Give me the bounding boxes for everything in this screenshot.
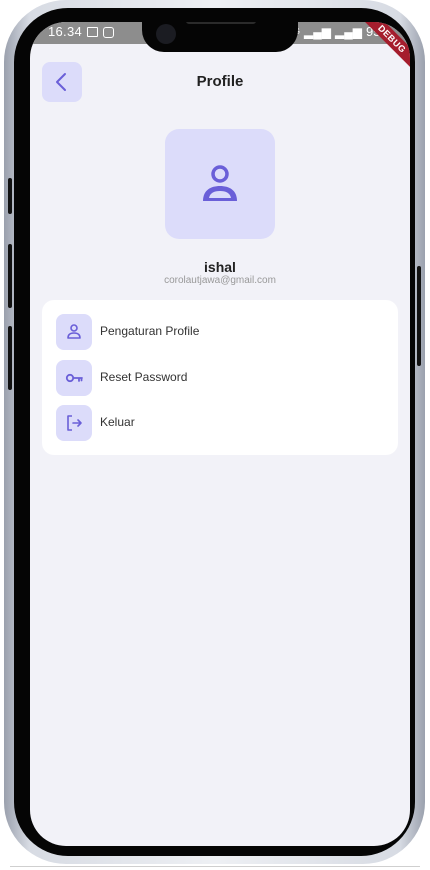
volume-up-button [8, 244, 12, 308]
phone-frame: 16.34 ◂ 4G ▂▄▆ ▂▄▆ 95% DEBUG Profile [4, 0, 425, 864]
user-email: corolautjawa@gmail.com [164, 275, 276, 286]
divider [10, 866, 420, 867]
power-button [417, 266, 421, 366]
menu-item-label: Reset Password [100, 370, 188, 384]
speaker-grille [186, 22, 256, 24]
front-camera [156, 24, 176, 44]
avatar[interactable] [165, 129, 275, 239]
menu-card: Pengaturan Profile Reset Password Keluar [42, 300, 398, 455]
logout-icon [67, 415, 82, 431]
menu-icon-container [56, 405, 92, 441]
signal-icon: ▂▄▆ [335, 24, 362, 39]
user-name: ishal [204, 259, 236, 275]
menu-icon-container [56, 314, 92, 350]
menu-item-label: Keluar [100, 415, 135, 429]
menu-item-keluar[interactable]: Keluar [56, 405, 386, 441]
key-icon [65, 373, 83, 383]
gallery-icon [87, 27, 98, 37]
silent-switch [8, 178, 12, 214]
user-icon [203, 165, 237, 201]
menu-icon-container [56, 360, 92, 396]
instagram-icon [103, 27, 114, 38]
app-screen: 16.34 ◂ 4G ▂▄▆ ▂▄▆ 95% DEBUG Profile [30, 22, 410, 846]
user-icon [67, 324, 81, 339]
status-time: 16.34 [48, 24, 83, 39]
signal-icon: ▂▄▆ [304, 24, 331, 39]
menu-item-reset-password[interactable]: Reset Password [56, 360, 386, 396]
notch [142, 22, 298, 52]
page-title: Profile [196, 73, 244, 90]
menu-item-pengaturan-profile[interactable]: Pengaturan Profile [56, 314, 386, 350]
menu-item-label: Pengaturan Profile [100, 324, 200, 338]
volume-down-button [8, 326, 12, 390]
